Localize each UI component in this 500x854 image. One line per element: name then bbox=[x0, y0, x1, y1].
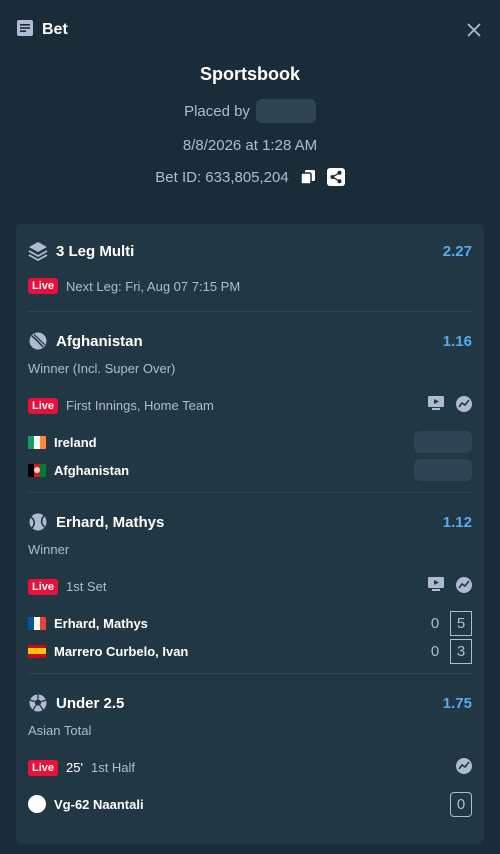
bet-slip-icon bbox=[16, 19, 34, 42]
next-leg-text: Next Leg: Fri, Aug 07 7:15 PM bbox=[66, 278, 241, 294]
share-button[interactable] bbox=[326, 168, 345, 186]
share-icon bbox=[326, 168, 345, 186]
stats-button[interactable] bbox=[456, 396, 472, 415]
modal-title: Bet bbox=[42, 21, 68, 38]
leg-title-row: Erhard, Mathys 1.12 bbox=[28, 512, 472, 532]
ireland-flag-icon bbox=[28, 435, 46, 449]
team-row: Marrero Curbelo, Ivan 0 3 bbox=[28, 637, 472, 665]
leg-odds: 1.16 bbox=[442, 332, 472, 350]
tv-icon bbox=[428, 396, 444, 410]
leg-title: Erhard, Mathys bbox=[56, 513, 165, 531]
match-status: First Innings, Home Team bbox=[66, 398, 214, 413]
bet-id-row: Bet ID: 633,805,204 bbox=[0, 168, 500, 186]
leg-item[interactable]: Afghanistan 1.16 Winner (Incl. Super Ove… bbox=[28, 312, 472, 493]
bet-info: Sportsbook Placed by 8/8/2026 at 1:28 AM… bbox=[0, 64, 500, 186]
live-stream-button[interactable] bbox=[428, 396, 444, 415]
leg-live-row: Live 25' 1st Half bbox=[28, 758, 472, 777]
team-crest-icon bbox=[28, 795, 46, 813]
bet-date: 8/8/2026 at 1:28 AM bbox=[182, 137, 318, 154]
hidden-score bbox=[414, 459, 472, 481]
set-score: 0 bbox=[430, 642, 440, 660]
leg-title: Under 2.5 bbox=[56, 694, 125, 712]
soccer-ball-icon bbox=[29, 694, 47, 712]
team-row: Vg-62 Naantali 0 bbox=[28, 790, 472, 818]
live-badge: Live bbox=[28, 278, 59, 294]
sportsbook-title: Sportsbook bbox=[199, 64, 300, 84]
match-minute: 25' bbox=[66, 760, 83, 775]
copy-icon bbox=[299, 170, 315, 185]
leg-item[interactable]: Erhard, Mathys 1.12 Winner Live 1st Set … bbox=[28, 493, 472, 674]
live-badge: Live bbox=[28, 397, 59, 414]
spain-flag-icon bbox=[28, 644, 46, 658]
afghanistan-flag-icon bbox=[28, 463, 46, 477]
team-row: Erhard, Mathys 0 5 bbox=[28, 609, 472, 637]
stats-chart-icon bbox=[456, 577, 472, 593]
score-box: 0 3 bbox=[428, 638, 472, 664]
multi-summary: 3 Leg Multi 2.27 Live Next Leg: Fri, Aug… bbox=[28, 224, 472, 312]
placed-by-row: Placed by bbox=[0, 99, 500, 123]
leg-odds: 1.75 bbox=[442, 694, 472, 712]
leg-live-row: Live First Innings, Home Team bbox=[28, 396, 472, 415]
hidden-username bbox=[255, 99, 316, 123]
match-status: 1st Set bbox=[66, 579, 107, 594]
leg-title: Afghanistan bbox=[56, 332, 143, 350]
score-box: 0 bbox=[450, 791, 472, 817]
stats-chart-icon bbox=[456, 396, 472, 412]
set-score: 0 bbox=[430, 614, 440, 632]
goal-score: 0 bbox=[450, 791, 472, 817]
team-row: Ireland bbox=[28, 428, 472, 456]
live-badge: Live bbox=[28, 578, 59, 595]
multi-live-row: Live Next Leg: Fri, Aug 07 7:15 PM bbox=[28, 278, 472, 294]
placed-by-label: Placed by bbox=[184, 102, 250, 120]
hidden-score bbox=[414, 431, 472, 453]
leg-live-row: Live 1st Set bbox=[28, 577, 472, 596]
score-box: 0 5 bbox=[428, 610, 472, 636]
multi-title: 3 Leg Multi bbox=[56, 242, 135, 260]
copy-button[interactable] bbox=[299, 168, 317, 186]
team-name: Vg-62 Naantali bbox=[54, 796, 144, 812]
close-button[interactable] bbox=[464, 20, 484, 40]
tv-icon bbox=[428, 577, 444, 591]
team-name: Ireland bbox=[54, 434, 97, 450]
leg-item[interactable]: Under 2.5 1.75 Asian Total Live 25' 1st … bbox=[28, 674, 472, 854]
match-status: 1st Half bbox=[90, 760, 136, 775]
leg-market: Winner (Incl. Super Over) bbox=[28, 361, 176, 376]
cricket-icon bbox=[29, 332, 47, 350]
live-badge: Live bbox=[28, 759, 59, 776]
team-name: Marrero Curbelo, Ivan bbox=[54, 643, 189, 659]
leg-market: Winner bbox=[28, 542, 70, 557]
team-row: Afghanistan bbox=[28, 456, 472, 484]
leg-odds: 1.12 bbox=[442, 513, 472, 531]
modal-header: Bet bbox=[0, 0, 500, 60]
stats-chart-icon bbox=[456, 758, 472, 774]
team-name: Afghanistan bbox=[54, 462, 130, 478]
team-name: Erhard, Mathys bbox=[54, 615, 148, 631]
stats-button[interactable] bbox=[456, 577, 472, 596]
leg-market: Asian Total bbox=[28, 723, 92, 738]
game-score: 3 bbox=[450, 638, 472, 664]
leg-title-row: Under 2.5 1.75 bbox=[28, 693, 472, 713]
bet-id: Bet ID: 633,805,204 bbox=[155, 168, 289, 186]
france-flag-icon bbox=[28, 616, 46, 630]
game-score: 5 bbox=[450, 610, 472, 636]
header-title-group: Bet bbox=[16, 19, 68, 42]
multi-odds: 2.27 bbox=[442, 242, 472, 260]
live-stream-button[interactable] bbox=[428, 577, 444, 596]
bet-card: 3 Leg Multi 2.27 Live Next Leg: Fri, Aug… bbox=[16, 224, 484, 844]
close-icon bbox=[467, 23, 481, 37]
multi-title-row: 3 Leg Multi 2.27 bbox=[28, 241, 472, 261]
tennis-ball-icon bbox=[29, 513, 47, 531]
layers-icon bbox=[28, 242, 48, 261]
stats-button[interactable] bbox=[456, 758, 472, 777]
leg-title-row: Afghanistan 1.16 bbox=[28, 331, 472, 351]
